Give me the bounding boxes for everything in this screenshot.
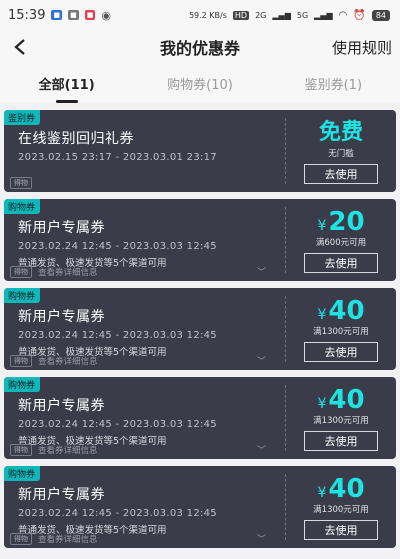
coupon-chip: 得物 — [10, 177, 32, 189]
chevron-down-icon[interactable]: ﹀ — [257, 443, 266, 456]
coupon-details-link[interactable]: 查看券详细信息 — [38, 444, 98, 456]
coupon-details-link[interactable]: 查看券详细信息 — [38, 533, 98, 545]
coupon-details-toggle[interactable]: 得物 查看券详细信息 ﹀ — [10, 266, 266, 278]
chevron-down-icon[interactable]: ﹀ — [257, 354, 266, 367]
currency-symbol: ¥ — [317, 484, 327, 501]
coupon-details-toggle[interactable]: 得物 查看券详细信息 ﹀ — [10, 444, 266, 456]
coupon-condition: 满1300元可用 — [313, 415, 369, 426]
use-coupon-button[interactable]: 去使用 — [304, 163, 378, 184]
coupon-chip: 得物 — [10, 266, 32, 278]
back-icon[interactable] — [8, 35, 32, 59]
top-navigation: 我的优惠券 使用规则 — [0, 30, 400, 64]
coupon-free-label: 免费 — [318, 119, 363, 145]
network-type: 2G — [255, 10, 267, 20]
status-bar: 15:39 ■ ■ ■ ◉ 59.2 KB/s HD 2G ▂▄▆ 5G ▂▄▆… — [0, 0, 400, 30]
coupon-amount: ¥ 20 — [317, 208, 364, 236]
signal-icon: ▂▄▆ — [272, 10, 291, 20]
coupon-date-range: 2023.02.24 12:45 - 2023.03.03 12:45 — [18, 508, 217, 519]
coupon-value: 40 — [328, 295, 365, 326]
chevron-down-icon[interactable]: ﹀ — [257, 532, 266, 545]
coupon-details-toggle[interactable]: 得物 查看券详细信息 ﹀ — [10, 355, 266, 367]
coupon-condition: 满1300元可用 — [313, 504, 369, 515]
use-coupon-button[interactable]: 去使用 — [304, 519, 378, 540]
hd-icon: HD — [232, 10, 250, 20]
tab-shopping[interactable]: 购物券(10) — [133, 74, 266, 93]
coupon-details-link[interactable]: 查看券详细信息 — [38, 266, 98, 278]
coupon-card: 购物券 新用户专属券 2023.02.24 12:45 - 2023.03.03… — [4, 199, 396, 281]
tab-authentication[interactable]: 鉴别券(1) — [267, 74, 400, 93]
chevron-down-icon[interactable]: ﹀ — [257, 265, 266, 278]
coupon-title: 新用户专属券 — [18, 398, 105, 414]
currency-symbol: ¥ — [317, 217, 327, 234]
coupon-card: 购物券 新用户专属券 2023.02.24 12:45 - 2023.03.03… — [4, 288, 396, 370]
coupon-details-link[interactable]: 查看券详细信息 — [38, 355, 98, 367]
coupon-list: 鉴别券 在线鉴别回归礼券 2023.02.15 23:17 - 2023.03.… — [0, 102, 400, 548]
currency-symbol: ¥ — [317, 395, 327, 412]
coupon-amount: ¥ 40 — [317, 475, 364, 503]
compass-icon: ◉ — [101, 8, 111, 22]
use-coupon-button[interactable]: 去使用 — [304, 341, 378, 362]
usage-rules-link[interactable]: 使用规则 — [332, 37, 392, 58]
coupon-date-range: 2023.02.24 12:45 - 2023.03.03 12:45 — [18, 330, 217, 341]
alarm-icon: ⏰ — [353, 9, 366, 21]
coupon-value: 20 — [328, 206, 365, 237]
use-coupon-button[interactable]: 去使用 — [304, 430, 378, 451]
coupon-condition: 无门槛 — [328, 148, 354, 159]
coupon-amount: ¥ 40 — [317, 297, 364, 325]
wifi-icon: ◠ — [338, 9, 348, 21]
coupon-chip: 得物 — [10, 444, 32, 456]
coupon-card: 鉴别券 在线鉴别回归礼券 2023.02.15 23:17 - 2023.03.… — [4, 110, 396, 192]
network-speed: 59.2 KB/s — [188, 10, 227, 20]
coupon-chip: 得物 — [10, 533, 32, 545]
coupon-condition: 满1300元可用 — [313, 326, 369, 337]
notification-icon: ■ — [84, 10, 96, 20]
coupon-value: 40 — [328, 473, 365, 504]
coupon-card: 购物券 新用户专属券 2023.02.24 12:45 - 2023.03.03… — [4, 466, 396, 548]
currency-symbol: ¥ — [317, 306, 327, 323]
coupon-value: 40 — [328, 384, 365, 415]
coupon-date-range: 2023.02.15 23:17 - 2023.03.01 23:17 — [18, 152, 217, 163]
battery-icon: 84 — [371, 9, 390, 21]
coupon-condition: 满600元可用 — [315, 237, 367, 248]
coupon-date-range: 2023.02.24 12:45 - 2023.03.03 12:45 — [18, 419, 217, 430]
coupon-details-toggle[interactable]: 得物 查看券详细信息 ﹀ — [10, 533, 266, 545]
network-type-2: 5G — [296, 10, 309, 20]
coupon-amount: ¥ 40 — [317, 386, 364, 414]
status-time: 15:39 — [8, 7, 46, 23]
notification-icon: ■ — [68, 10, 79, 20]
signal-icon: ▂▄▆ — [314, 10, 333, 20]
coupon-amount: 免费 — [319, 119, 363, 147]
coupon-title: 新用户专属券 — [18, 487, 105, 503]
notification-icon: ■ — [51, 10, 63, 20]
coupon-date-range: 2023.02.24 12:45 - 2023.03.03 12:45 — [18, 241, 217, 252]
coupon-title: 在线鉴别回归礼券 — [18, 131, 134, 147]
use-coupon-button[interactable]: 去使用 — [304, 252, 378, 273]
tab-bar: 全部(11) 购物券(10) 鉴别券(1) — [0, 64, 400, 102]
tab-all[interactable]: 全部(11) — [0, 74, 133, 93]
coupon-title: 新用户专属券 — [18, 309, 105, 325]
coupon-card: 购物券 新用户专属券 2023.02.24 12:45 - 2023.03.03… — [4, 377, 396, 459]
coupon-title: 新用户专属券 — [18, 220, 105, 236]
coupon-chip: 得物 — [10, 355, 32, 367]
